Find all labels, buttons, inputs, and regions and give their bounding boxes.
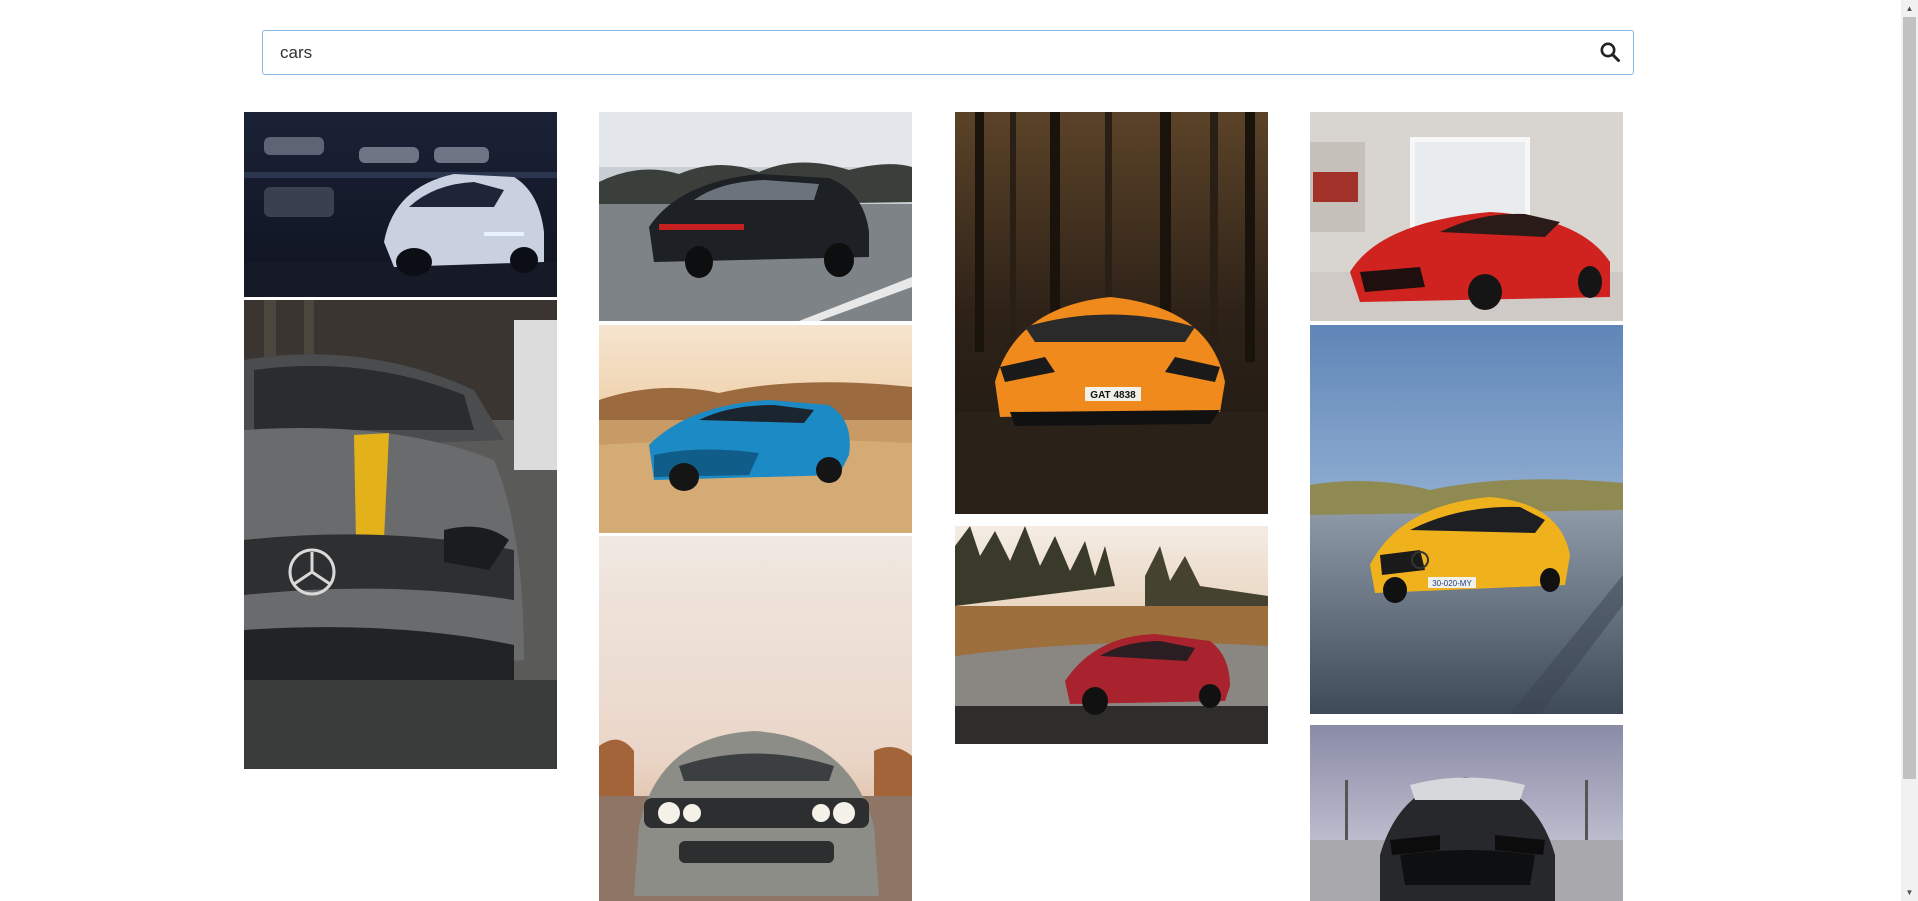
scrollbar-thumb[interactable] [1903,17,1916,779]
gallery-image[interactable] [1310,112,1623,321]
gallery-image[interactable]: GAT 4838 [955,112,1268,514]
license-plate-text: 30-020-MY [1432,579,1472,588]
scroll-up-arrow-icon[interactable]: ▲ [1901,0,1918,17]
search-icon[interactable] [1599,41,1621,63]
license-plate-text: GAT 4838 [1090,390,1136,401]
gallery-image[interactable] [244,112,557,297]
gallery-image[interactable] [955,526,1268,744]
gallery-image[interactable] [244,300,557,769]
page: GAT 4838 [0,0,1918,901]
scroll-down-arrow-icon[interactable]: ▼ [1901,884,1918,901]
gallery-image[interactable] [1310,725,1623,901]
search-input[interactable] [263,31,1583,74]
gallery-image[interactable]: 30-020-MY [1310,325,1623,714]
search-bar [262,30,1634,75]
gallery-image[interactable] [599,325,912,533]
vertical-scrollbar[interactable]: ▲ ▼ [1901,0,1918,901]
gallery-image[interactable] [599,536,912,901]
gallery-image[interactable] [599,112,912,321]
